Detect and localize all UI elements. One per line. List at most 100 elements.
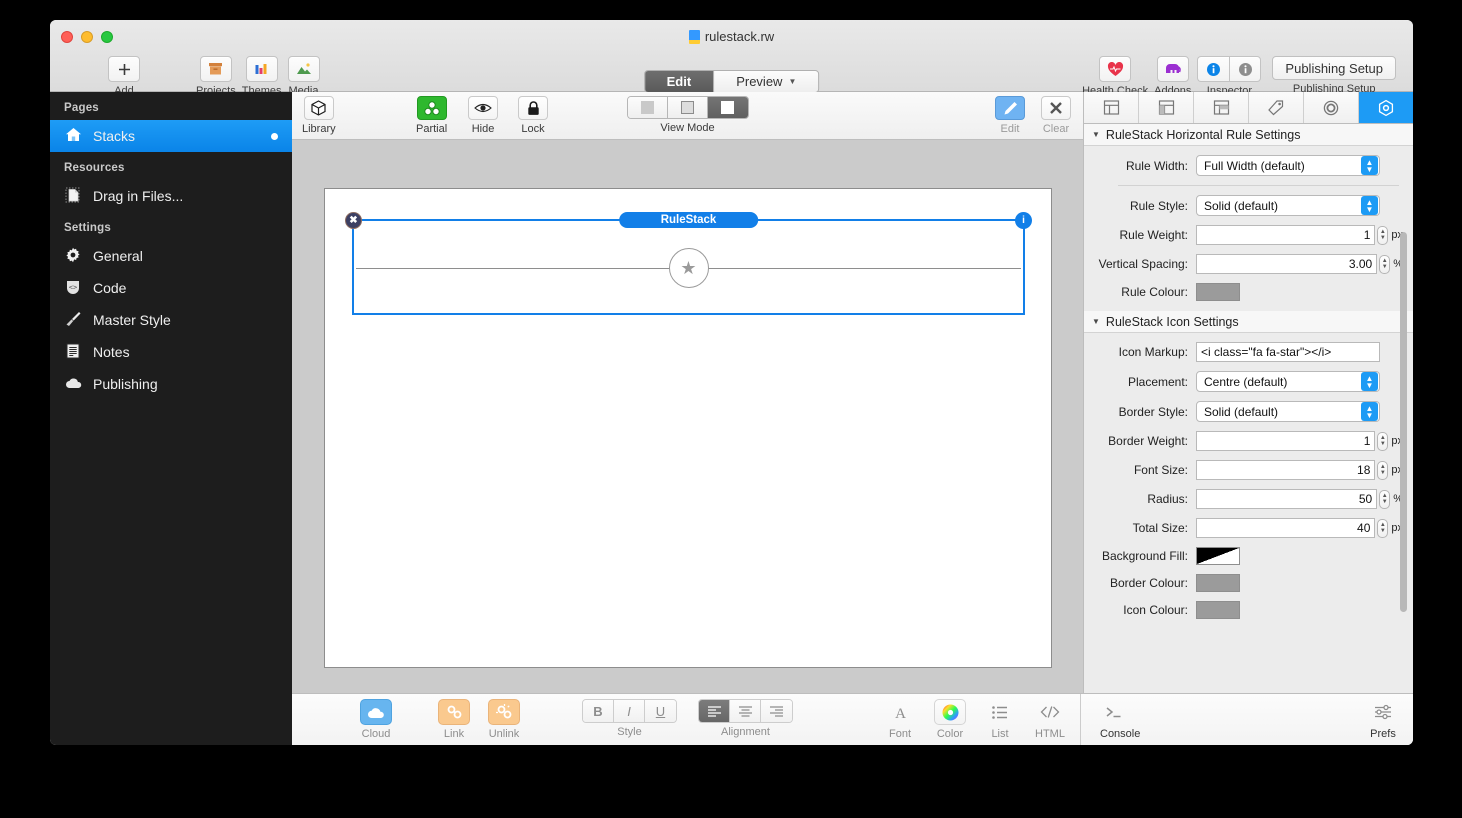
align-center-button[interactable] <box>730 700 761 722</box>
remove-stack-glyph: ✖ <box>349 215 358 226</box>
view-mode-control[interactable]: View Mode <box>626 96 749 134</box>
console-button[interactable]: Console <box>1100 699 1140 740</box>
remove-stack-icon[interactable]: ✖ <box>345 212 362 229</box>
input-icon-markup[interactable]: <i class="fa fa-star"></i> <box>1196 342 1380 362</box>
inspector-tab-stack-detail[interactable] <box>1359 92 1413 123</box>
input-vertical-spacing[interactable]: 3.00 <box>1196 254 1378 274</box>
document-dashed-icon <box>64 187 82 206</box>
info-circle-dim-icon[interactable] <box>1229 56 1262 82</box>
sidebar: Pages Stacks Resources Drag in Files... … <box>50 92 292 745</box>
input-border-weight[interactable]: 1 <box>1196 431 1376 451</box>
value-radius: 50 <box>1358 492 1373 506</box>
tab-preview[interactable]: Preview ▼ <box>714 71 819 92</box>
stepper-radius[interactable]: ▲ ▼ <box>1379 489 1391 509</box>
inspector-tab-page-layout[interactable] <box>1084 92 1139 123</box>
publishing-setup-button[interactable]: Publishing Setup <box>1272 56 1396 80</box>
gradient-well-background-fill[interactable] <box>1194 545 1242 567</box>
select-border-style[interactable]: Solid (default) ▲ ▼ <box>1196 401 1380 422</box>
input-rule-weight[interactable]: 1 <box>1196 225 1376 245</box>
toolbar-publishing-setup[interactable]: Publishing Setup Publishing Setup <box>1272 56 1396 95</box>
inspector-tab-stack-settings[interactable] <box>1304 92 1359 123</box>
disclosure-triangle-icon[interactable]: ▼ <box>1092 130 1100 139</box>
inspector-tab-page-inspector[interactable] <box>1139 92 1194 123</box>
sidebar-item-general[interactable]: General <box>50 240 292 272</box>
toolbar-health-check-button[interactable]: Health Check <box>1082 56 1148 97</box>
toolbar-addons-button[interactable]: Addons <box>1154 56 1191 97</box>
sidebar-item-notes[interactable]: Notes <box>50 336 292 368</box>
italic-button[interactable]: I <box>614 700 645 722</box>
sidebar-item-master-style[interactable]: Master Style <box>50 304 292 336</box>
select-placement[interactable]: Centre (default) ▲ ▼ <box>1196 371 1380 392</box>
colour-well-rule-colour[interactable] <box>1194 281 1242 303</box>
chevron-updown-icon: ▲ ▼ <box>1361 156 1378 175</box>
style-label: Style <box>617 726 642 738</box>
toolbar-add-button[interactable]: Add <box>108 56 140 97</box>
color-button[interactable]: Color <box>934 699 966 740</box>
stack-info-icon[interactable]: i <box>1015 212 1032 229</box>
hide-button[interactable]: Hide <box>468 96 498 135</box>
view-mode-segments[interactable] <box>626 96 749 119</box>
colour-well-icon-colour[interactable] <box>1194 599 1242 621</box>
view-mode-option-1[interactable] <box>627 97 668 118</box>
alignment-segmented-control[interactable] <box>698 699 793 723</box>
disclosure-triangle-icon[interactable]: ▼ <box>1092 317 1100 326</box>
toolbar-themes-button[interactable]: Themes <box>242 56 282 97</box>
partial-button[interactable]: Partial <box>416 96 447 135</box>
unlink-button[interactable]: Unlink <box>488 699 520 740</box>
link-button[interactable]: Link <box>438 699 470 740</box>
sidebar-item-stacks[interactable]: Stacks <box>50 120 292 152</box>
inspector-scrollbar[interactable] <box>1400 232 1407 612</box>
section-header-horizontal-rule[interactable]: ▼ RuleStack Horizontal Rule Settings <box>1084 124 1413 146</box>
section-header-icon-settings[interactable]: ▼ RuleStack Icon Settings <box>1084 311 1413 333</box>
cloud-button[interactable]: Cloud <box>360 699 392 740</box>
sidebar-item-drag-in-files[interactable]: Drag in Files... <box>50 180 292 212</box>
info-circle-icon[interactable] <box>1197 56 1230 82</box>
sidebar-item-code[interactable]: <> Code <box>50 272 292 304</box>
select-rule-width[interactable]: Full Width (default) ▲ ▼ <box>1196 155 1380 176</box>
edit-label: Edit <box>1000 123 1020 135</box>
font-button[interactable]: A Font <box>884 699 916 741</box>
stack-info-glyph: i <box>1022 215 1025 226</box>
library-button[interactable]: Library <box>302 96 336 135</box>
list-button[interactable]: List <box>984 699 1016 740</box>
stepper-rule-weight[interactable]: ▲ ▼ <box>1377 225 1389 245</box>
inspector-tab-metadata[interactable] <box>1249 92 1304 123</box>
inspector-content[interactable]: ▼ RuleStack Horizontal Rule Settings Rul… <box>1084 124 1413 693</box>
stepper-border-weight[interactable]: ▲ ▼ <box>1377 431 1389 451</box>
mode-segmented-control[interactable]: Edit Preview ▼ <box>643 70 820 93</box>
stepper-vertical-spacing[interactable]: ▲ ▼ <box>1379 254 1391 274</box>
align-right-button[interactable] <box>761 700 792 722</box>
stepper-total-size[interactable]: ▲ ▼ <box>1377 518 1389 538</box>
input-font-size[interactable]: 18 <box>1196 460 1376 480</box>
page-canvas[interactable]: ✖ RuleStack i ★ <box>324 188 1052 668</box>
prefs-button[interactable]: Prefs <box>1367 699 1399 740</box>
input-radius[interactable]: 50 <box>1196 489 1378 509</box>
underline-button[interactable]: U <box>645 700 676 722</box>
toolbar-projects-button[interactable]: Projects <box>196 56 236 97</box>
view-mode-option-2[interactable] <box>667 97 708 118</box>
inspector-tabs[interactable] <box>1084 92 1413 124</box>
bold-button[interactable]: B <box>583 700 614 722</box>
stepper-font-size[interactable]: ▲ ▼ <box>1377 460 1389 480</box>
toolbar-inspector-button[interactable]: Inspector <box>1197 56 1262 97</box>
inspector-tab-master-style[interactable] <box>1194 92 1249 123</box>
rulestack-element[interactable]: ✖ RuleStack i ★ <box>345 212 1032 315</box>
sidebar-item-publishing[interactable]: Publishing <box>50 368 292 400</box>
html-label: HTML <box>1035 728 1065 740</box>
colour-well-border-colour[interactable] <box>1194 572 1242 594</box>
tab-edit[interactable]: Edit <box>644 71 715 92</box>
cloud-label: Cloud <box>361 728 391 740</box>
align-left-button[interactable] <box>699 700 730 722</box>
clear-button[interactable]: Clear <box>1041 96 1071 135</box>
edit-button[interactable]: Edit <box>995 96 1025 135</box>
html-button[interactable]: HTML <box>1034 699 1066 740</box>
view-mode-option-3[interactable] <box>707 97 748 118</box>
select-rule-style[interactable]: Solid (default) ▲ ▼ <box>1196 195 1380 216</box>
style-segmented-control[interactable]: B I U <box>582 699 677 723</box>
unlink-label: Unlink <box>488 728 520 740</box>
input-total-size[interactable]: 40 <box>1196 518 1376 538</box>
label-icon-markup: Icon Markup: <box>1118 345 1188 359</box>
prefs-label: Prefs <box>1370 728 1396 740</box>
toolbar-media-button[interactable]: Media <box>287 56 320 97</box>
lock-button[interactable]: Lock <box>518 96 548 135</box>
